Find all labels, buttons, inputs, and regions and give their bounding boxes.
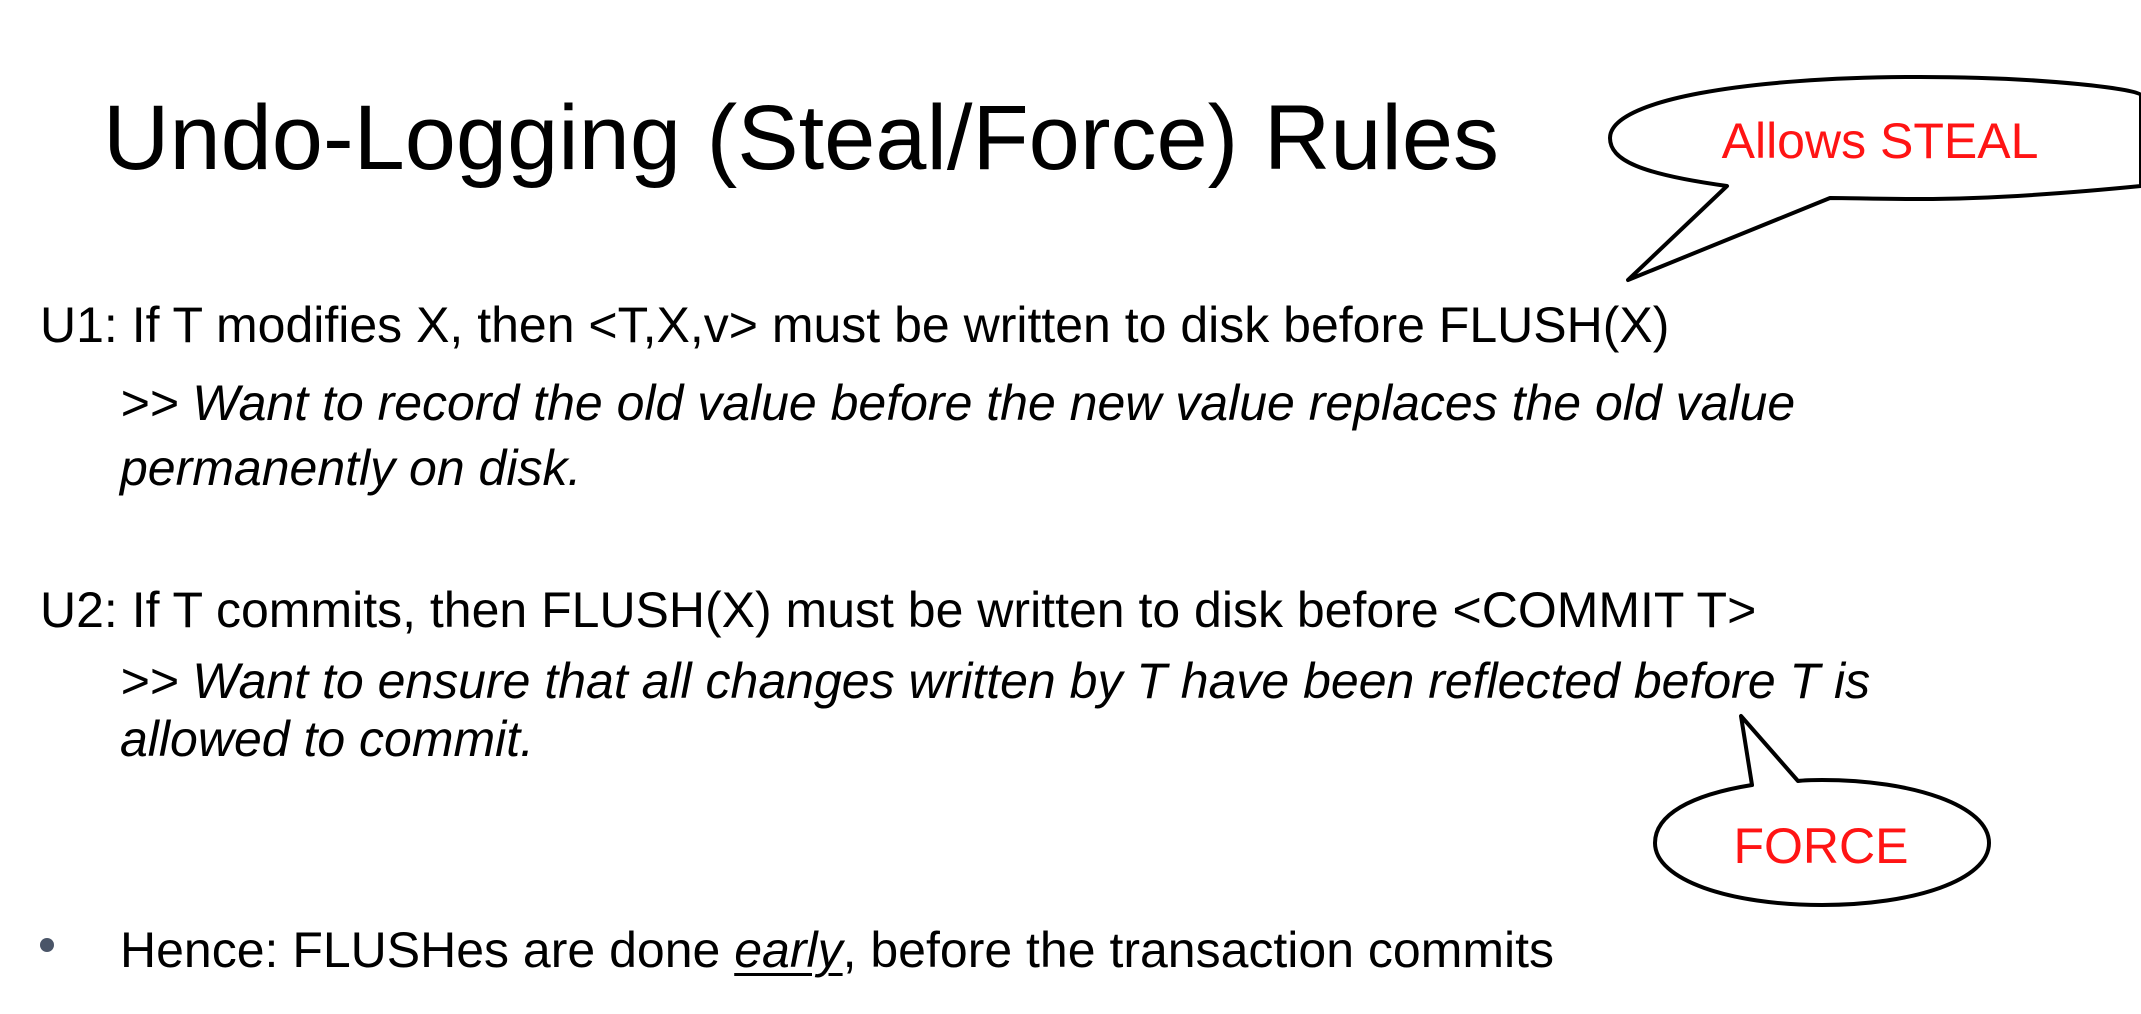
callout-allows-steal: Allows STEAL — [1721, 113, 2039, 169]
rule-u2-note-line2: allowed to commit. — [120, 711, 535, 767]
force-speech-bubble-icon — [1653, 714, 1991, 907]
rule-u1-note-line1: >> Want to record the old value before t… — [120, 375, 1796, 431]
bullet-text: Hence: FLUSHes are done early, before th… — [120, 925, 1554, 975]
rule-u2-note-line1: >> Want to ensure that all changes writt… — [120, 653, 1871, 709]
rule-u1-statement: U1: If T modifies X, then <T,X,v> must b… — [40, 297, 1670, 353]
steal-speech-bubble-icon — [1608, 75, 2141, 282]
bullet-suffix: , before the transaction commits — [842, 922, 1555, 978]
bullet-dot-icon — [40, 938, 54, 952]
slide-title: Undo-Logging (Steal/Force) Rules — [103, 87, 1500, 189]
bullet-prefix: Hence: FLUSHes are done — [120, 922, 735, 978]
bullet-emphasis: early — [734, 922, 843, 978]
callout-force: FORCE — [1733, 818, 1909, 874]
rule-u1-note-line2: permanently on disk. — [120, 440, 582, 496]
rule-u2-statement: U2: If T commits, then FLUSH(X) must be … — [40, 582, 1757, 638]
